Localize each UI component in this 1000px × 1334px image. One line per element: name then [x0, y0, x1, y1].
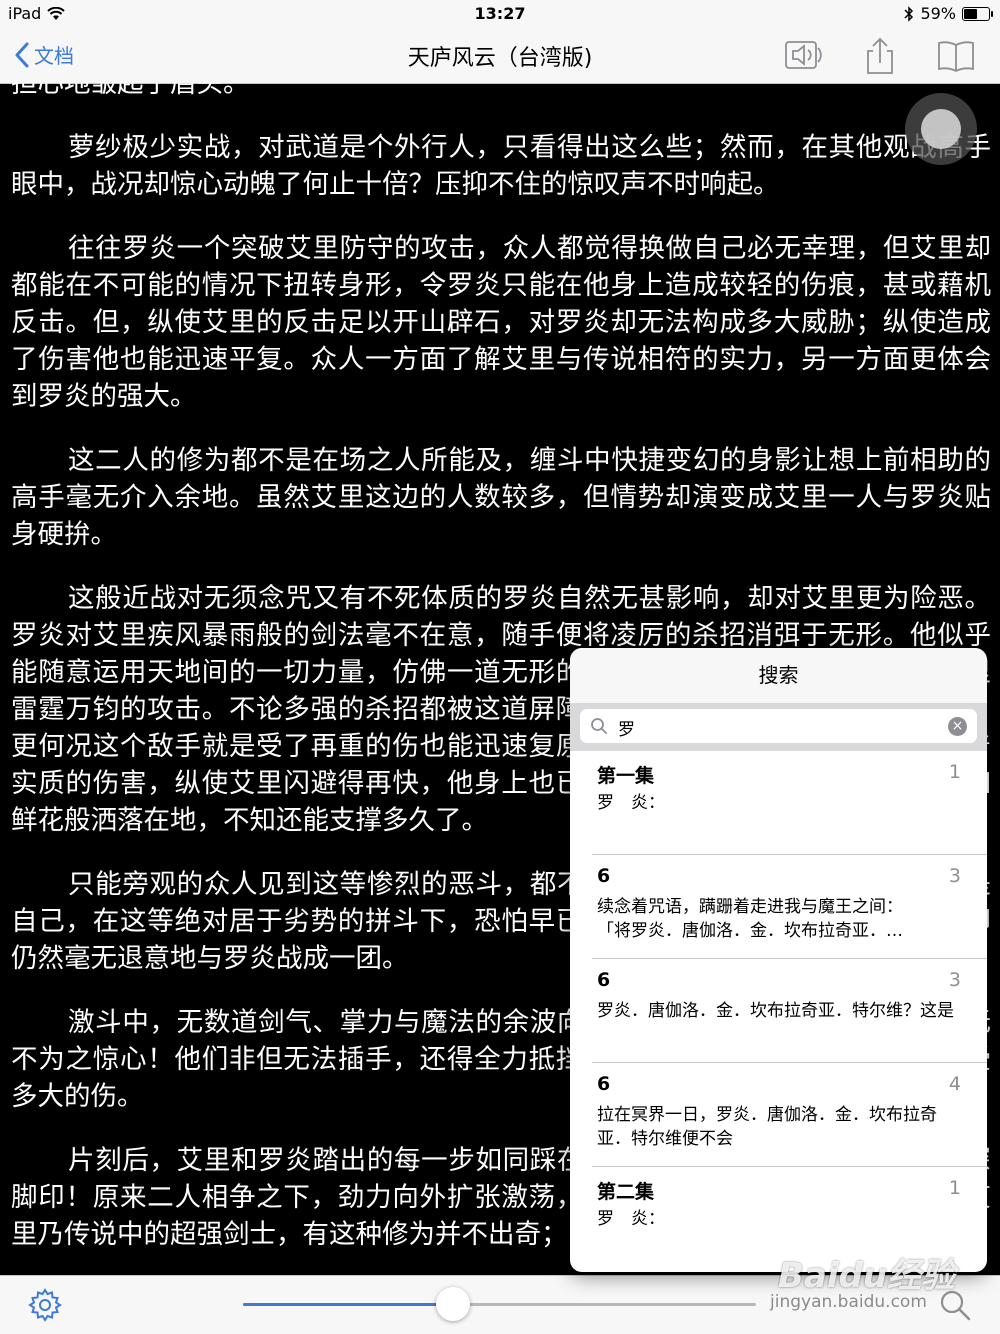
- search-result-item[interactable]: 6 4 拉在冥界一日，罗炎．唐伽洛．金．坎布拉奇亚．特尔维便不会: [592, 1063, 987, 1167]
- search-icon[interactable]: [938, 1288, 972, 1322]
- book-icon[interactable]: [936, 36, 976, 76]
- result-excerpt: 罗炎．唐伽洛．金．坎布拉奇亚．特尔维？这是: [597, 1001, 954, 1021]
- result-title: 6: [597, 969, 611, 991]
- battery-fill: [964, 8, 977, 19]
- search-input[interactable]: [616, 713, 937, 741]
- result-title: 6: [597, 1073, 611, 1095]
- result-page: 1: [948, 1177, 961, 1199]
- result-excerpt: 拉在冥界一日，罗炎．唐伽洛．金．坎布拉奇亚．特尔维便不会: [597, 1105, 937, 1149]
- chevron-left-icon: [15, 42, 29, 67]
- share-icon[interactable]: [860, 36, 900, 76]
- speaker-icon[interactable]: [784, 36, 824, 76]
- battery-icon: [962, 6, 993, 21]
- search-result-item[interactable]: 第二集 1 罗 炎：: [592, 1167, 987, 1270]
- search-result-item[interactable]: 6 3 续念着咒语，蹒跚着走进我与魔王之间： 「将罗炎．唐伽洛．金．坎布拉奇亚．…: [592, 855, 987, 959]
- navigation-bar: 文档 天庐风云（台湾版): [0, 28, 1000, 84]
- assistive-touch-button[interactable]: [905, 93, 977, 165]
- clear-search-icon[interactable]: ×: [948, 717, 967, 736]
- bluetooth-icon: [904, 5, 914, 22]
- back-button[interactable]: 文档: [14, 40, 74, 69]
- search-popover-title: 搜索: [570, 648, 987, 703]
- result-page: 1: [948, 761, 961, 783]
- result-page: 4: [948, 1073, 961, 1095]
- reader-paragraph: 担心地皱起了眉头。: [11, 83, 250, 99]
- result-title: 第一集: [597, 765, 655, 787]
- reader-paragraph: 这二人的修为都不是在场之人所能及，缠斗中快捷变幻的身影让想上前相助的高手毫无介入…: [11, 445, 991, 550]
- result-page: 3: [948, 969, 961, 991]
- result-title: 6: [597, 865, 611, 887]
- page-progress-slider[interactable]: [243, 1287, 756, 1321]
- result-page: 3: [948, 865, 961, 887]
- result-excerpt: 续念着咒语，蹒跚着走进我与魔王之间： 「将罗炎．唐伽洛．金．坎布拉奇亚．…: [597, 897, 903, 941]
- gear-icon[interactable]: [28, 1288, 62, 1322]
- result-excerpt: 罗 炎：: [597, 793, 665, 813]
- search-result-item[interactable]: 第一集 1 罗 炎：: [592, 751, 987, 855]
- magnifier-icon: [591, 718, 607, 734]
- reader-paragraph: 萝纱极少实战，对武道是个外行人，只看得出这么些；然而，在其他观战高手眼中，战况却…: [11, 132, 991, 200]
- status-bar: iPad 13:27 59%: [0, 0, 1000, 28]
- battery-percent: 59%: [920, 4, 956, 23]
- reader-paragraph: 往往罗炎一个突破艾里防守的攻击，众人都觉得换做自己必无幸理，但艾里却都能在不可能…: [11, 233, 991, 412]
- slider-fill: [243, 1303, 454, 1306]
- search-results-list: 第一集 1 罗 炎： 6 3 续念着咒语，蹒跚着走进我与魔王之间： 「将罗炎．唐…: [570, 751, 987, 1272]
- search-field[interactable]: ×: [580, 709, 977, 743]
- slider-thumb[interactable]: [436, 1287, 471, 1321]
- bottom-toolbar: [0, 1275, 1000, 1334]
- status-time: 13:27: [474, 4, 526, 23]
- search-result-item[interactable]: 6 3 罗炎．唐伽洛．金．坎布拉奇亚．特尔维？这是: [592, 959, 987, 1063]
- search-popover: 搜索 × 第一集 1 罗 炎： 6 3 续念着咒语，蹒跚着走进我与魔王之间： 「…: [570, 648, 987, 1272]
- back-button-label: 文档: [34, 44, 74, 68]
- result-title: 第二集: [597, 1181, 655, 1203]
- result-excerpt: 罗 炎：: [597, 1209, 665, 1229]
- search-bar: ×: [570, 703, 987, 751]
